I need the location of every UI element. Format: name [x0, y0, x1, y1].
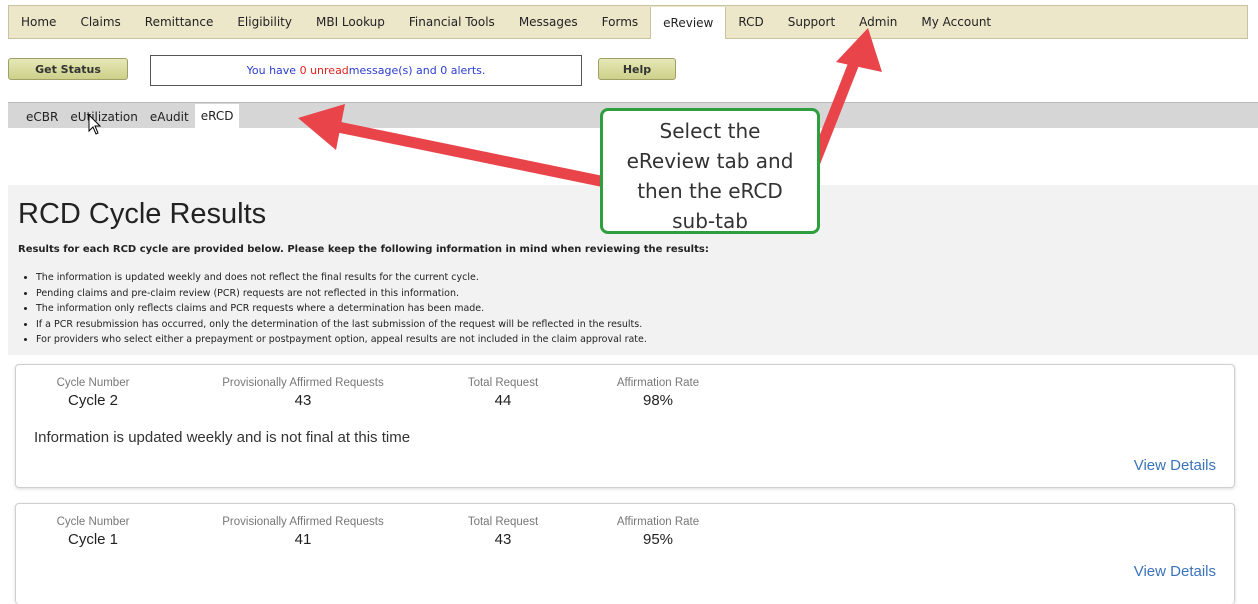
nav-ereview[interactable]: eReview	[650, 7, 727, 39]
list-item: For providers who select either a prepay…	[36, 332, 647, 348]
total-label: Total Request	[467, 377, 539, 389]
affirmed-value: 43	[294, 392, 312, 409]
nav-financial-tools[interactable]: Financial Tools	[397, 6, 507, 38]
nav-my-account[interactable]: My Account	[909, 6, 1003, 38]
affirmed-label: Provisionally Affirmed Requests	[222, 516, 384, 528]
page-title: RCD Cycle Results	[18, 198, 267, 230]
rate-col: Affirmation Rate 98%	[598, 377, 718, 409]
affirmed-value: 41	[294, 531, 312, 548]
get-status-button[interactable]: Get Status	[8, 58, 128, 80]
cycle-card: Cycle Number Cycle 2 Provisionally Affir…	[15, 364, 1235, 488]
view-details-link[interactable]: View Details	[1134, 457, 1216, 474]
cycle-card: Cycle Number Cycle 1 Provisionally Affir…	[15, 503, 1235, 604]
callout-line: then the eRCD	[637, 179, 783, 203]
nav-eligibility[interactable]: Eligibility	[225, 6, 304, 38]
cycle-note: Information is updated weekly and is not…	[34, 429, 411, 446]
nav-remittance[interactable]: Remittance	[133, 6, 226, 38]
cycle-number-col: Cycle Number Cycle 1	[38, 516, 148, 548]
message-status-box: You have 0 unread message(s) and 0 alert…	[150, 55, 582, 86]
nav-claims[interactable]: Claims	[68, 6, 132, 38]
nav-support[interactable]: Support	[776, 6, 847, 38]
callout-line: Select the	[659, 119, 761, 143]
rate-label: Affirmation Rate	[616, 516, 700, 528]
main-nav: Home Claims Remittance Eligibility MBI L…	[8, 5, 1248, 39]
callout-line: sub-tab	[672, 209, 748, 233]
rate-value: 98%	[642, 392, 674, 409]
affirmed-label: Provisionally Affirmed Requests	[222, 377, 384, 389]
rate-label: Affirmation Rate	[616, 377, 700, 389]
cycle-number-label: Cycle Number	[56, 377, 130, 389]
nav-admin[interactable]: Admin	[847, 6, 909, 38]
list-item: The information is updated weekly and do…	[36, 270, 647, 286]
tab-eaudit[interactable]: eAudit	[144, 106, 195, 128]
unread-count: 0 unread	[299, 64, 349, 77]
list-item: If a PCR resubmission has occurred, only…	[36, 317, 647, 333]
nav-rcd[interactable]: RCD	[726, 6, 775, 38]
total-value: 44	[494, 392, 512, 409]
affirmed-col: Provisionally Affirmed Requests 43	[188, 377, 418, 409]
instruction-callout: Select the eReview tab and then the eRCD…	[600, 108, 820, 234]
tab-ercd[interactable]: eRCD	[194, 104, 240, 128]
info-bullets: The information is updated weekly and do…	[22, 270, 647, 348]
total-col: Total Request 43	[448, 516, 558, 548]
nav-mbi-lookup[interactable]: MBI Lookup	[304, 6, 397, 38]
total-value: 43	[494, 531, 512, 548]
intro-text: Results for each RCD cycle are provided …	[18, 244, 709, 255]
total-col: Total Request 44	[448, 377, 558, 409]
affirmed-col: Provisionally Affirmed Requests 41	[188, 516, 418, 548]
list-item: The information only reflects claims and…	[36, 301, 647, 317]
list-item: Pending claims and pre-claim review (PCR…	[36, 286, 647, 302]
callout-line: eReview tab and	[626, 149, 794, 173]
message-suffix: message(s) and 0 alerts.	[348, 64, 486, 77]
rate-col: Affirmation Rate 95%	[598, 516, 718, 548]
help-button[interactable]: Help	[598, 58, 676, 80]
arrow-to-ereview-icon	[809, 28, 882, 168]
message-prefix: You have	[246, 64, 297, 77]
cycle-number-value: Cycle 2	[67, 392, 119, 409]
cycle-number-label: Cycle Number	[56, 516, 130, 528]
tab-eutilization[interactable]: eUtilization	[64, 106, 144, 128]
nav-home[interactable]: Home	[9, 6, 68, 38]
nav-messages[interactable]: Messages	[507, 6, 590, 38]
total-label: Total Request	[467, 516, 539, 528]
mouse-pointer-icon	[88, 114, 102, 135]
rate-value: 95%	[642, 531, 674, 548]
cycle-number-value: Cycle 1	[67, 531, 119, 548]
tab-ecbr[interactable]: eCBR	[20, 106, 64, 128]
view-details-link[interactable]: View Details	[1134, 563, 1216, 580]
cycle-number-col: Cycle Number Cycle 2	[38, 377, 148, 409]
nav-forms[interactable]: Forms	[590, 6, 650, 38]
